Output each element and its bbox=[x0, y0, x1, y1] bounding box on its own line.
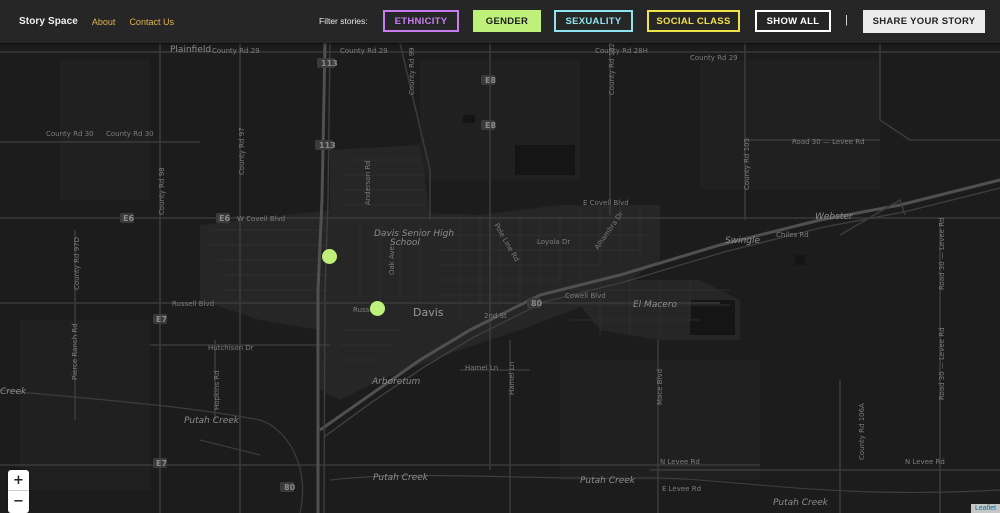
svg-text:E Covell Blvd: E Covell Blvd bbox=[583, 199, 629, 207]
svg-text:County Rd 29: County Rd 29 bbox=[690, 54, 738, 62]
svg-text:County Rd 28H: County Rd 28H bbox=[595, 47, 648, 55]
svg-text:Mace Blvd: Mace Blvd bbox=[656, 369, 664, 405]
svg-text:Putah Creek: Putah Creek bbox=[184, 416, 240, 426]
svg-text:E Levee Rd: E Levee Rd bbox=[662, 485, 701, 493]
map-attribution[interactable]: Leaflet bbox=[970, 504, 1000, 513]
svg-text:N Levee Rd: N Levee Rd bbox=[905, 458, 945, 466]
svg-text:E7: E7 bbox=[156, 459, 167, 468]
svg-text:Oak Ave: Oak Ave bbox=[388, 246, 396, 275]
filter-ethnicity-button[interactable]: ETHNICITY bbox=[383, 10, 459, 32]
filter-gender-button[interactable]: GENDER bbox=[473, 10, 541, 32]
svg-text:Pierce Ranch Rd: Pierce Ranch Rd bbox=[71, 323, 79, 380]
svg-text:Hutchison Dr: Hutchison Dr bbox=[208, 344, 254, 352]
story-marker[interactable] bbox=[322, 249, 337, 264]
svg-text:Putah Creek: Putah Creek bbox=[373, 473, 429, 483]
filter-sexuality-button[interactable]: SEXUALITY bbox=[554, 10, 633, 32]
zoom-out-button[interactable]: − bbox=[8, 491, 29, 512]
svg-text:County Rd 106A: County Rd 106A bbox=[858, 403, 866, 460]
svg-text:County Rd 30: County Rd 30 bbox=[106, 130, 154, 138]
svg-text:County Rd 97: County Rd 97 bbox=[238, 127, 246, 175]
svg-text:80: 80 bbox=[531, 299, 543, 308]
svg-text:Road 30 — Levee Rd: Road 30 — Levee Rd bbox=[792, 138, 865, 146]
svg-text:Loyola Dr: Loyola Dr bbox=[537, 238, 570, 246]
svg-text:E7: E7 bbox=[156, 315, 167, 324]
svg-text:113: 113 bbox=[321, 59, 338, 68]
svg-text:Anderson Rd: Anderson Rd bbox=[364, 160, 372, 205]
svg-text:E8: E8 bbox=[485, 76, 496, 85]
svg-text:Hopkins Rd: Hopkins Rd bbox=[213, 370, 221, 410]
svg-text:County Rd 29: County Rd 29 bbox=[212, 47, 260, 55]
svg-text:County Rd 98: County Rd 98 bbox=[158, 167, 166, 215]
svg-text:Webster: Webster bbox=[815, 212, 854, 222]
top-navigation-bar: Story Space About Contact Us Filter stor… bbox=[0, 0, 1000, 43]
svg-text:Plainfield: Plainfield bbox=[170, 45, 211, 55]
filter-stories-label: Filter stories: bbox=[319, 16, 368, 26]
svg-text:113: 113 bbox=[319, 141, 336, 150]
share-your-story-button[interactable]: SHARE YOUR STORY bbox=[863, 10, 985, 33]
map-view[interactable]: Plainfield County Rd 29 County Rd 29 Cou… bbox=[0, 43, 1000, 513]
svg-text:County Rd 30: County Rd 30 bbox=[46, 130, 94, 138]
svg-text:Russell Blvd: Russell Blvd bbox=[172, 300, 214, 308]
svg-text:Hamel Ln: Hamel Ln bbox=[508, 362, 516, 395]
svg-text:Arboretum: Arboretum bbox=[371, 377, 421, 387]
svg-text:Creek: Creek bbox=[0, 387, 27, 397]
svg-text:80: 80 bbox=[284, 483, 296, 492]
svg-text:Putah Creek: Putah Creek bbox=[773, 498, 829, 508]
filter-show-all-button[interactable]: SHOW ALL bbox=[755, 10, 831, 32]
svg-text:County Rd 99: County Rd 99 bbox=[408, 47, 416, 95]
svg-text:N Levee Rd: N Levee Rd bbox=[660, 458, 700, 466]
svg-text:Swingle: Swingle bbox=[725, 236, 760, 246]
svg-text:Road 30 — Levee Rd: Road 30 — Levee Rd bbox=[938, 217, 946, 290]
story-marker[interactable] bbox=[370, 301, 385, 316]
svg-text:Davis: Davis bbox=[413, 306, 444, 319]
svg-text:W Covell Blvd: W Covell Blvd bbox=[237, 215, 285, 223]
svg-text:Putah Creek: Putah Creek bbox=[580, 476, 636, 486]
svg-text:County Rd 97D: County Rd 97D bbox=[73, 237, 81, 290]
svg-text:Road 30 — Levee Rd: Road 30 — Levee Rd bbox=[938, 327, 946, 400]
zoom-in-button[interactable]: + bbox=[8, 470, 29, 491]
svg-text:County Rd 29: County Rd 29 bbox=[340, 47, 388, 55]
zoom-control: + − bbox=[8, 470, 29, 513]
nav-divider: | bbox=[845, 14, 848, 26]
filter-social-class-button[interactable]: SOCIAL CLASS bbox=[647, 10, 740, 32]
svg-text:Chiles Rd: Chiles Rd bbox=[776, 231, 809, 239]
svg-text:County Rd 105: County Rd 105 bbox=[743, 138, 751, 190]
svg-text:Cowell Blvd: Cowell Blvd bbox=[565, 292, 606, 300]
svg-text:E6: E6 bbox=[219, 214, 230, 223]
svg-text:County Rd 102: County Rd 102 bbox=[608, 43, 616, 95]
map-tiles: Plainfield County Rd 29 County Rd 29 Cou… bbox=[0, 43, 1000, 513]
svg-text:Hamel Ln: Hamel Ln bbox=[465, 364, 498, 372]
svg-text:El Macero: El Macero bbox=[633, 300, 678, 310]
svg-text:E8: E8 bbox=[485, 121, 496, 130]
brand-title[interactable]: Story Space bbox=[19, 16, 78, 27]
svg-text:E6: E6 bbox=[123, 214, 134, 223]
about-link[interactable]: About bbox=[92, 17, 116, 27]
contact-us-link[interactable]: Contact Us bbox=[129, 17, 174, 27]
svg-text:2nd St: 2nd St bbox=[484, 312, 507, 320]
